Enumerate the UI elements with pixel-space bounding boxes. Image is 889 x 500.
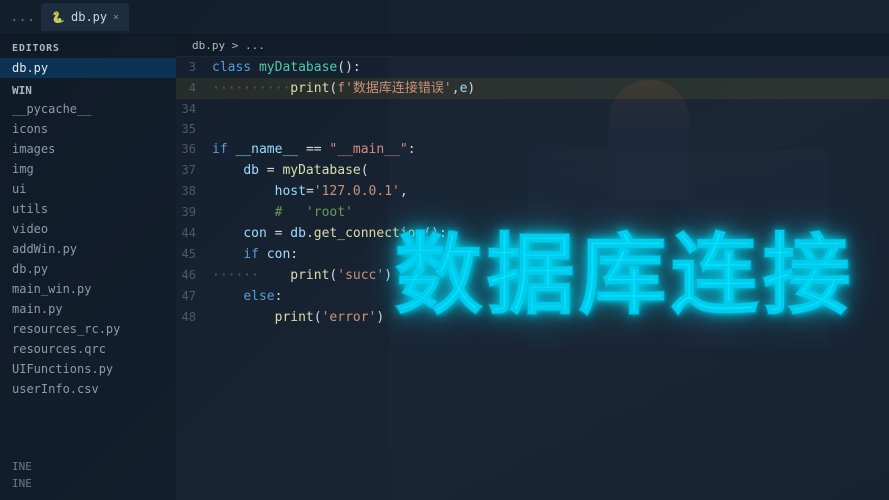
sidebar-item-mainwin[interactable]: main_win.py [0, 279, 176, 299]
sidebar-item-resources-qrc[interactable]: resources.qrc [0, 339, 176, 359]
active-tab[interactable]: 🐍 db.py × [41, 3, 129, 31]
sidebar-bottom: INE INE [0, 458, 176, 500]
code-line-48: 48 print('error') [176, 307, 889, 328]
code-line-37: 37 db = myDatabase( [176, 160, 889, 181]
code-line-3: 3 class myDatabase(): [176, 57, 889, 78]
breadcrumb: db.py > ... [176, 35, 889, 57]
sidebar-item-pycache[interactable]: __pycache__ [0, 99, 176, 119]
sidebar-item-img[interactable]: img [0, 159, 176, 179]
footer-item-2: INE [0, 475, 176, 492]
code-line-35: 35 [176, 119, 889, 139]
sidebar-item-userinfo[interactable]: userInfo.csv [0, 379, 176, 399]
sidebar-item-main[interactable]: main.py [0, 299, 176, 319]
sidebar-item-resources-rc[interactable]: resources_rc.py [0, 319, 176, 339]
code-line-44: 44 con = db.get_connection(); [176, 223, 889, 244]
sidebar: EDITORS db.py WIN __pycache__ icons imag… [0, 35, 176, 500]
code-content[interactable]: 3 class myDatabase(): 4 ··········print(… [176, 57, 889, 500]
tab-label: db.py [71, 10, 107, 24]
sidebar-item-images[interactable]: images [0, 139, 176, 159]
tab-bar: ... 🐍 db.py × [0, 0, 889, 35]
sidebar-item-db-py[interactable]: db.py [0, 58, 176, 78]
code-line-4: 4 ··········print(f'数据库连接错误',e) [176, 78, 889, 99]
code-line-45: 45 if con: [176, 244, 889, 265]
content-area: EDITORS db.py WIN __pycache__ icons imag… [0, 35, 889, 500]
sidebar-item-db[interactable]: db.py [0, 259, 176, 279]
tab-ellipsis: ... [4, 9, 41, 25]
code-line-47: 47 else: [176, 286, 889, 307]
sidebar-item-ui[interactable]: ui [0, 179, 176, 199]
editor-area: db.py > ... 3 class myDatabase(): 4 ····… [176, 35, 889, 500]
code-line-39: 39 # 'root' [176, 202, 889, 223]
tab-close-button[interactable]: × [113, 12, 119, 23]
win-section-label: WIN [0, 78, 176, 99]
editors-label: EDITORS [0, 35, 176, 58]
footer-item-1: INE [0, 458, 176, 475]
app-container: ... 🐍 db.py × EDITORS db.py WIN __pycach… [0, 0, 889, 500]
sidebar-item-video[interactable]: video [0, 219, 176, 239]
code-line-36: 36 if __name__ == "__main__": [176, 139, 889, 160]
sidebar-item-uifunctions[interactable]: UIFunctions.py [0, 359, 176, 379]
sidebar-item-utils[interactable]: utils [0, 199, 176, 219]
code-line-34: 34 [176, 99, 889, 119]
code-line-38: 38 host='127.0.0.1', [176, 181, 889, 202]
sidebar-item-addwin[interactable]: addWin.py [0, 239, 176, 259]
sidebar-item-icons[interactable]: icons [0, 119, 176, 139]
code-line-46: 46 ······ print('succ') [176, 265, 889, 286]
sidebar-active-file: db.py [12, 61, 48, 75]
python-file-icon: 🐍 [51, 11, 65, 24]
